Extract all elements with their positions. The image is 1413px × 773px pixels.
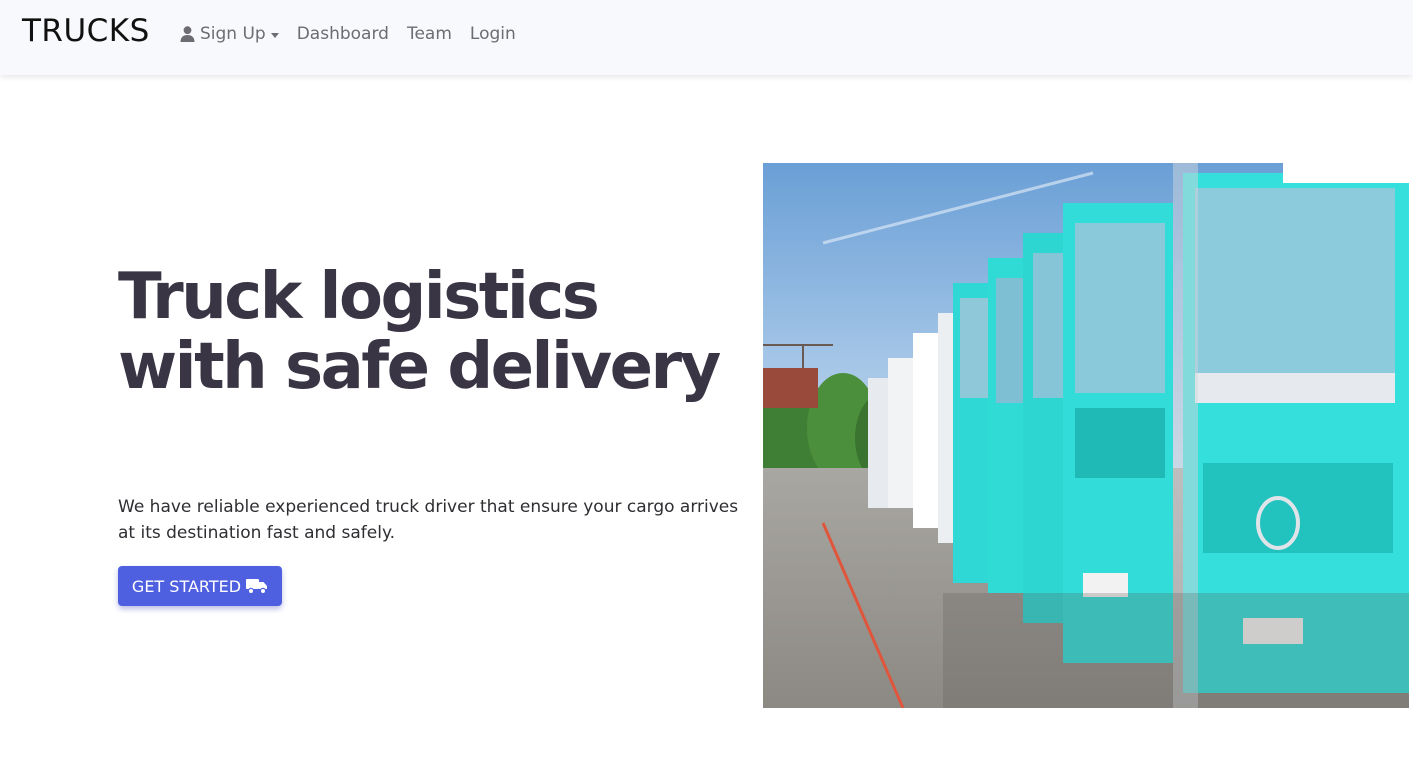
user-icon (180, 26, 195, 42)
nav-team[interactable]: Team (407, 24, 452, 44)
nav-links: Sign Up Dashboard Team Login (180, 24, 534, 44)
nav-signup-dropdown[interactable]: Sign Up (180, 24, 279, 44)
nav-signup-label: Sign Up (200, 24, 266, 44)
trucks-illustration (763, 163, 1409, 708)
brand-logo[interactable]: TRUCKS (22, 13, 150, 49)
hero-description: We have reliable experienced truck drive… (118, 497, 739, 543)
nav-login[interactable]: Login (470, 24, 516, 44)
navbar: TRUCKS Sign Up Dashboard Team Login (0, 0, 1413, 75)
get-started-label: GET STARTED (131, 576, 242, 596)
get-started-button[interactable]: GET STARTED (118, 566, 282, 606)
nav-dashboard[interactable]: Dashboard (297, 24, 389, 44)
chevron-down-icon (270, 32, 279, 38)
hero-title: Truck logistics with safe delivery (118, 260, 721, 404)
truck-icon (246, 579, 268, 594)
hero-trucks-image (763, 163, 1409, 708)
